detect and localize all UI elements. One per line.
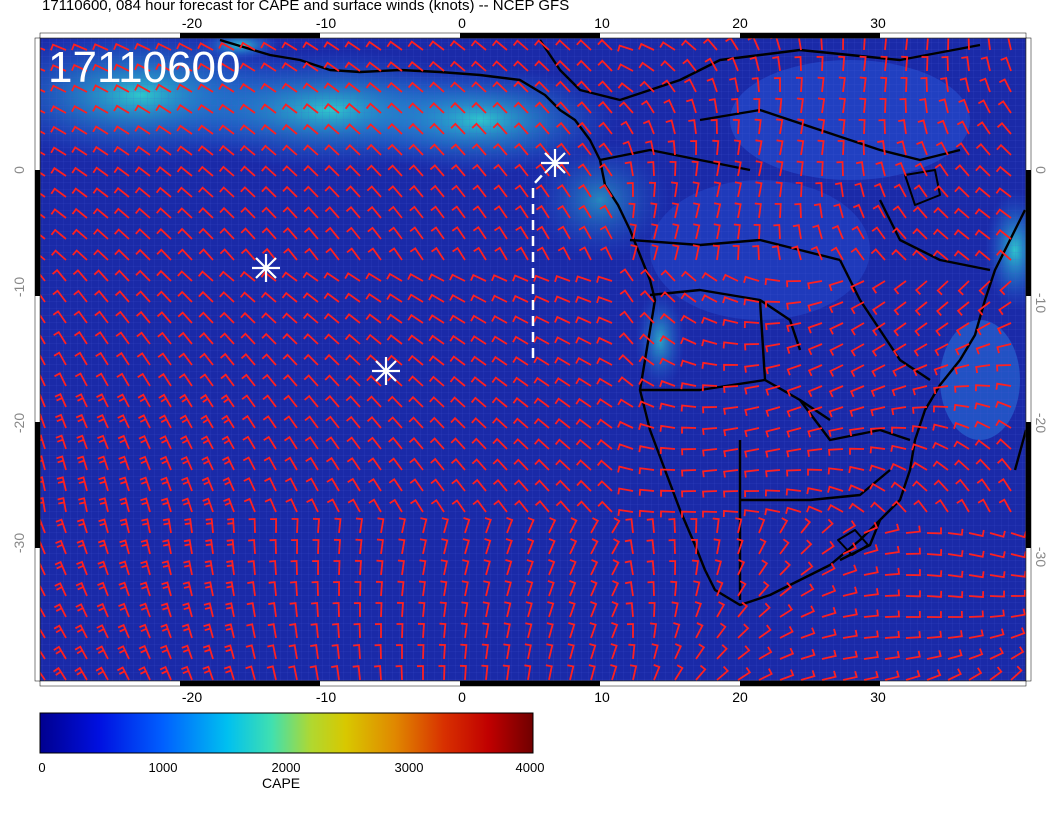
star-marker	[372, 357, 400, 385]
star-marker	[541, 149, 569, 177]
colorbar-tick: 2000	[272, 760, 301, 775]
colorbar-tick: 4000	[516, 760, 545, 775]
lon-ticks-bottom: -20 -10 0 10 20 30	[182, 689, 886, 705]
lon-tick: 0	[458, 689, 466, 705]
lat-tick: -10	[11, 277, 27, 297]
lat-tick: 0	[1033, 166, 1049, 174]
lon-tick: -20	[182, 15, 202, 31]
lat-tick: -30	[11, 533, 27, 553]
lon-tick: -20	[182, 689, 202, 705]
colorbar-gradient	[39, 712, 534, 754]
lat-tick: -20	[1033, 413, 1049, 433]
time-label: 17110600	[48, 43, 241, 92]
lon-tick: 30	[870, 689, 886, 705]
lon-tick: 20	[732, 689, 748, 705]
lat-ticks-right: 0 -10 -20 -30	[1033, 166, 1049, 567]
lon-tick: 10	[594, 689, 610, 705]
lat-ticks-left: 0 -10 -20 -30	[11, 166, 27, 553]
lat-tick: -10	[1033, 293, 1049, 313]
colorbar-tick: 3000	[395, 760, 424, 775]
colorbar-tick: 1000	[149, 760, 178, 775]
colorbar-ticks: 0 1000 2000 3000 4000	[38, 760, 544, 775]
lon-tick: -10	[316, 15, 336, 31]
lon-tick: 10	[594, 15, 610, 31]
lat-tick: -20	[11, 413, 27, 433]
map-panel: 17110600	[39, 37, 1027, 682]
star-marker	[252, 254, 280, 282]
lon-tick: 0	[458, 15, 466, 31]
lat-tick: -30	[1033, 547, 1049, 567]
lon-tick: 30	[870, 15, 886, 31]
colorbar-tick: 0	[38, 760, 45, 775]
map-figure: 17110600 -20 -10 0 10 20 30 -20 -10 0 10…	[11, 15, 1049, 775]
colorbar: 0 1000 2000 3000 4000	[38, 712, 544, 775]
lon-tick: 20	[732, 15, 748, 31]
lat-tick: 0	[11, 166, 27, 174]
colorbar-label: CAPE	[262, 775, 301, 791]
lon-tick: -10	[316, 689, 336, 705]
lon-ticks-top: -20 -10 0 10 20 30	[182, 15, 886, 31]
